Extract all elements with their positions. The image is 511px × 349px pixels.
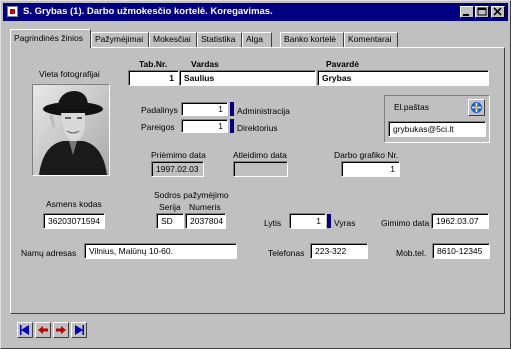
tab-komentarai[interactable]: Komentarai — [344, 32, 398, 47]
minimize-icon — [463, 14, 469, 16]
last-record-icon — [75, 325, 84, 335]
position-lookup-button[interactable] — [230, 119, 234, 133]
sodra-number-field[interactable]: 2037804 — [185, 213, 226, 229]
address-label: Namų adresas — [21, 248, 77, 258]
tabnr-field[interactable]: 1 — [128, 70, 179, 86]
lastname-field[interactable]: Grybas — [317, 70, 489, 86]
hire-date-field[interactable]: 1997.02.03 — [151, 161, 204, 177]
employee-photo[interactable] — [32, 84, 110, 176]
next-record-icon — [56, 326, 66, 334]
tabnr-label: Tab.Nr. — [139, 59, 168, 69]
email-field[interactable]: grybukas@5ci.lt — [388, 121, 486, 137]
gender-code-field[interactable]: 1 — [289, 213, 326, 229]
person-photo-icon — [33, 85, 109, 175]
tab-label: Pagrindinės žinios — [14, 33, 83, 43]
tab-pazymejimai[interactable]: Pažymėjimai — [91, 32, 149, 47]
birth-date-field[interactable]: 1962.03.07 — [431, 213, 489, 229]
close-icon — [493, 7, 502, 16]
firstname-label: Vardas — [191, 59, 219, 69]
phone-label: Telefonas — [268, 248, 305, 258]
tab-mokesciai[interactable]: Mokesčiai — [149, 32, 197, 47]
maximize-icon — [477, 7, 487, 16]
gender-label: Lytis — [264, 218, 282, 228]
sodra-label: Sodros pažymėjimo — [154, 190, 229, 200]
schedule-field[interactable]: 1 — [341, 161, 400, 177]
tab-statistika[interactable]: Statistika — [197, 32, 242, 47]
schedule-label: Darbo grafiko Nr. — [334, 150, 399, 160]
window-title: S. Grybas (1). Darbo užmokesčio kortelė.… — [23, 6, 273, 17]
last-record-button[interactable] — [71, 322, 87, 338]
department-name: Administracija — [237, 106, 290, 116]
title-bar[interactable]: S. Grybas (1). Darbo užmokesčio kortelė.… — [3, 3, 508, 21]
tab-alga[interactable]: Alga — [242, 32, 272, 47]
first-record-icon — [20, 325, 29, 335]
photo-label: Vieta fotografijai — [39, 69, 100, 79]
tab-banko-kortele[interactable]: Banko kortelė — [280, 32, 344, 47]
app-icon[interactable] — [7, 6, 18, 17]
tab-label: Alga — [246, 34, 264, 44]
position-code-field[interactable]: 1 — [181, 119, 228, 133]
birth-date-label: Gimimo data — [381, 218, 430, 228]
sodra-number-label: Numeris — [189, 202, 221, 212]
email-label: El.paštas — [394, 102, 429, 112]
dismiss-date-label: Atleidimo data — [233, 150, 287, 160]
close-button[interactable] — [491, 6, 505, 18]
department-code-field[interactable]: 1 — [181, 102, 228, 116]
previous-record-icon — [38, 326, 48, 334]
hire-date-label: Priėmimo data — [151, 150, 206, 160]
app-window: S. Grybas (1). Darbo užmokesčio kortelė.… — [0, 0, 511, 349]
first-record-button[interactable] — [17, 322, 33, 338]
address-field[interactable]: Vilnius, Malūnų 10-60. — [84, 243, 237, 259]
sodra-series-field[interactable]: SD — [156, 213, 184, 229]
next-record-button[interactable] — [53, 322, 69, 338]
personal-code-label: Asmens kodas — [46, 199, 102, 209]
lastname-label: Pavardė — [326, 59, 360, 69]
maximize-button[interactable] — [475, 6, 489, 18]
gender-name: Vyras — [334, 218, 356, 228]
email-icon — [471, 102, 482, 113]
gender-lookup-button[interactable] — [327, 214, 331, 228]
personal-code-field[interactable]: 36203071594 — [43, 213, 105, 229]
send-email-button[interactable] — [468, 99, 485, 116]
tab-label: Banko kortelė — [284, 34, 336, 44]
position-name: Direktorius — [237, 123, 278, 133]
previous-record-button[interactable] — [35, 322, 51, 338]
sodra-series-label: Serija — [159, 202, 181, 212]
department-lookup-button[interactable] — [230, 102, 234, 116]
mobile-field[interactable]: 8610-12345 — [432, 243, 490, 259]
phone-field[interactable]: 223-322 — [310, 243, 368, 259]
mobile-label: Mob.tel. — [396, 248, 427, 258]
department-label: Padalinys — [141, 105, 178, 115]
dismiss-date-field[interactable] — [233, 161, 288, 177]
firstname-field[interactable]: Saulius — [179, 70, 316, 86]
tab-label: Statistika — [201, 34, 236, 44]
minimize-button[interactable] — [460, 6, 474, 18]
tab-pagrindines-zinios[interactable]: Pagrindinės žinios — [10, 29, 91, 48]
position-label: Pareigos — [141, 122, 175, 132]
tab-label: Mokesčiai — [153, 34, 191, 44]
tab-label: Komentarai — [348, 34, 392, 44]
tab-label: Pažymėjimai — [95, 34, 144, 44]
